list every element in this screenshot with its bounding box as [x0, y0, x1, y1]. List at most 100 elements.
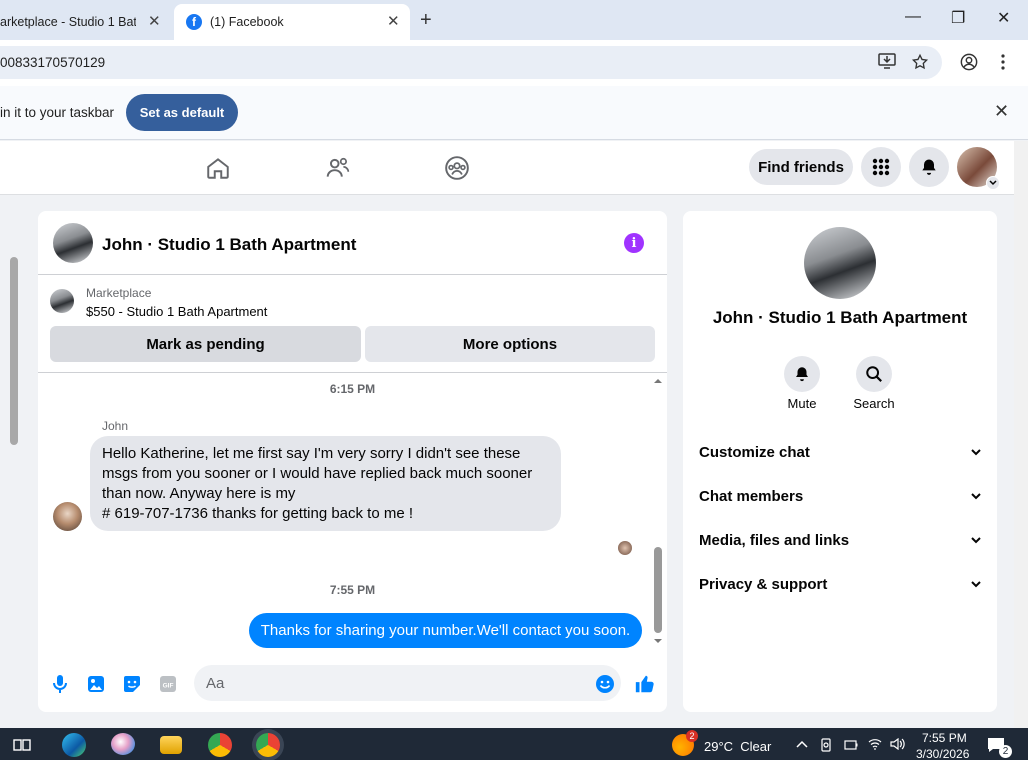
- install-app-icon[interactable]: [878, 53, 896, 74]
- section-privacy-support[interactable]: Privacy & support: [699, 570, 981, 598]
- mute-button[interactable]: Mute: [772, 356, 832, 411]
- seen-receipt-avatar: [618, 541, 632, 555]
- message-input[interactable]: [194, 665, 621, 701]
- new-tab-button[interactable]: +: [420, 9, 432, 32]
- gif-label: GIF: [163, 683, 174, 690]
- page-scrollbar[interactable]: [1014, 141, 1028, 728]
- tray-chevron-up-icon[interactable]: [796, 737, 808, 751]
- browser-tabbar: arketplace - Studio 1 Bath ✕ f (1) Faceb…: [0, 0, 1028, 40]
- mute-label: Mute: [787, 396, 817, 411]
- wifi-icon[interactable]: [868, 738, 882, 753]
- scroll-up-icon: [654, 379, 662, 383]
- groups-icon[interactable]: [442, 153, 472, 183]
- weather-text[interactable]: 29°C Clear: [704, 739, 771, 754]
- bell-icon: [922, 159, 936, 175]
- chat-panel: John · Studio 1 Bath Apartment i Marketp…: [38, 211, 667, 712]
- search-icon: [856, 356, 892, 392]
- set-default-button[interactable]: Set as default: [126, 94, 238, 131]
- message-composer: GIF: [38, 660, 667, 712]
- sticker-icon[interactable]: [121, 673, 143, 695]
- emoji-icon[interactable]: [594, 673, 616, 695]
- find-friends-button[interactable]: Find friends: [749, 149, 853, 185]
- message-line: msgs from you sooner or I would have rep…: [102, 465, 533, 482]
- marketplace-label: Marketplace: [86, 286, 152, 300]
- photo-icon[interactable]: [85, 673, 107, 695]
- listing-price-title[interactable]: $550 - Studio 1 Bath Apartment: [86, 304, 267, 319]
- camera-icon[interactable]: [820, 738, 832, 755]
- close-icon[interactable]: ✕: [994, 101, 1009, 122]
- minimize-button[interactable]: —: [905, 8, 921, 26]
- thumbs-up-icon[interactable]: [634, 673, 656, 695]
- bookmark-star-icon[interactable]: [911, 53, 929, 76]
- message-timestamp: 7:55 PM: [329, 583, 376, 597]
- close-window-button[interactable]: ✕: [997, 8, 1010, 28]
- listing-thumbnail[interactable]: [53, 223, 93, 263]
- incoming-message[interactable]: Hello Katherine, let me first say I'm ve…: [90, 436, 561, 531]
- tab-title: (1) Facebook: [210, 15, 284, 29]
- section-customize-chat[interactable]: Customize chat: [699, 438, 981, 466]
- chevron-down-icon: [971, 533, 981, 547]
- sender-avatar[interactable]: [53, 502, 82, 531]
- close-icon[interactable]: ✕: [148, 12, 161, 30]
- home-icon[interactable]: [203, 153, 233, 183]
- account-avatar[interactable]: [957, 147, 1000, 190]
- clock-date[interactable]: 3/30/2026: [916, 747, 969, 760]
- chrome-profile-icon[interactable]: [256, 733, 280, 757]
- notifications-button[interactable]: [909, 147, 949, 187]
- profile-icon[interactable]: [960, 53, 978, 76]
- more-options-button[interactable]: More options: [365, 326, 655, 362]
- menu-grid-button[interactable]: [861, 147, 901, 187]
- listing-photo[interactable]: [804, 227, 876, 299]
- close-icon[interactable]: ✕: [387, 12, 400, 30]
- battery-icon[interactable]: [844, 739, 858, 753]
- microphone-icon[interactable]: [49, 673, 71, 695]
- info-icon[interactable]: i: [624, 233, 644, 253]
- facebook-icon: f: [186, 14, 202, 30]
- mark-as-pending-button[interactable]: Mark as pending: [50, 326, 361, 362]
- gif-icon[interactable]: GIF: [157, 673, 179, 695]
- chrome-icon[interactable]: [208, 733, 232, 757]
- clock-time[interactable]: 7:55 PM: [922, 731, 967, 745]
- url-field[interactable]: 00833170570129: [0, 46, 942, 79]
- message-line: # 619-707-1736 thanks for getting back t…: [102, 505, 414, 522]
- search-button[interactable]: Search: [844, 356, 904, 411]
- section-chat-members[interactable]: Chat members: [699, 482, 981, 510]
- chevron-down-icon: [986, 176, 1000, 190]
- section-label: Privacy & support: [699, 575, 828, 593]
- restore-button[interactable]: ❐: [951, 8, 965, 28]
- chevron-down-icon: [971, 445, 981, 459]
- paint-icon[interactable]: [111, 733, 135, 755]
- message-line: than now. Anyway here is my: [102, 485, 296, 502]
- default-browser-infobar: in it to your taskbar Set as default ✕: [0, 86, 1028, 140]
- url-text: 00833170570129: [0, 55, 106, 70]
- scroll-down-icon: [654, 639, 662, 643]
- windows-taskbar: 2 29°C Clear 7:55 PM 3/30/2026 2: [0, 728, 1028, 760]
- bell-icon: [784, 356, 820, 392]
- chevron-down-icon: [971, 577, 981, 591]
- section-label: Chat members: [699, 487, 804, 505]
- message-timestamp: 6:15 PM: [329, 382, 376, 396]
- scrollbar-thumb[interactable]: [10, 257, 18, 445]
- divider: [38, 372, 667, 373]
- listing-thumbnail-small: [50, 289, 74, 313]
- tab-facebook[interactable]: f (1) Facebook ✕: [174, 4, 410, 40]
- edge-icon[interactable]: [62, 733, 86, 757]
- messages-scrollbar[interactable]: [652, 375, 664, 649]
- file-explorer-icon[interactable]: [160, 736, 182, 754]
- section-media-files-links[interactable]: Media, files and links: [699, 526, 981, 554]
- tab-marketplace[interactable]: arketplace - Studio 1 Bath ✕: [0, 4, 170, 40]
- chat-title[interactable]: John · Studio 1 Bath Apartment: [102, 235, 356, 255]
- search-label: Search: [853, 396, 895, 411]
- tab-title: arketplace - Studio 1 Bath: [0, 15, 136, 29]
- outgoing-message[interactable]: Thanks for sharing your number.We'll con…: [249, 613, 642, 648]
- address-bar-row: 00833170570129: [0, 40, 1028, 86]
- more-vert-icon[interactable]: [1000, 53, 1006, 76]
- volume-icon[interactable]: [890, 737, 906, 753]
- chat-list-scrollbar[interactable]: [0, 195, 22, 728]
- scrollbar-thumb[interactable]: [654, 547, 662, 633]
- notification-count: 2: [999, 745, 1012, 758]
- weather-badge: 2: [686, 730, 698, 742]
- friends-icon[interactable]: [323, 153, 353, 183]
- chat-details-panel: John · Studio 1 Bath Apartment Mute Sear…: [683, 211, 997, 712]
- task-view-icon[interactable]: [12, 735, 32, 755]
